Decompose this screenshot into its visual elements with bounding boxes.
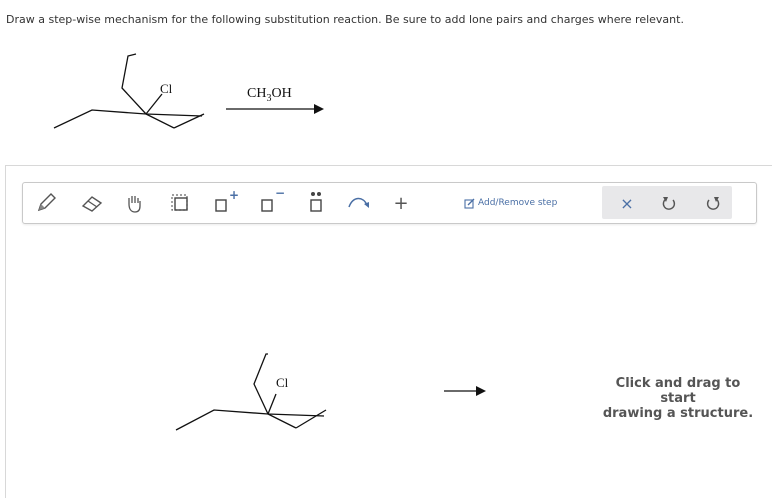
curved-arrow-icon bbox=[348, 197, 369, 208]
pencil-icon bbox=[37, 193, 56, 212]
eraser-tool[interactable] bbox=[77, 183, 107, 223]
minus-charge-mark: − bbox=[275, 186, 286, 200]
select-tool[interactable] bbox=[165, 183, 195, 223]
undo-button[interactable] bbox=[654, 183, 684, 223]
negative-charge-tool[interactable]: − bbox=[255, 183, 287, 223]
redo-icon bbox=[706, 197, 720, 210]
lone-pair-icon bbox=[310, 192, 322, 212]
plus-charge-mark: + bbox=[229, 188, 240, 202]
drawing-hint: Click and drag to start drawing a struct… bbox=[598, 376, 758, 421]
workspace-molecule[interactable] bbox=[172, 348, 342, 438]
add-remove-step-button[interactable]: Add/Remove step bbox=[464, 183, 557, 223]
redo-button[interactable] bbox=[698, 183, 728, 223]
workspace-arrow bbox=[444, 386, 486, 396]
plus-icon: + bbox=[393, 192, 409, 214]
hint-line-1: Click and drag to start bbox=[615, 376, 741, 406]
dashed-square-icon bbox=[171, 194, 188, 211]
add-remove-step-label: Add/Remove step bbox=[478, 198, 558, 208]
action-button-group: × bbox=[602, 186, 732, 219]
drawing-toolbar: + − + Add/Remove step × bbox=[22, 182, 757, 224]
workspace-cl-label: Cl bbox=[276, 375, 289, 390]
lone-pair-tool[interactable] bbox=[301, 183, 331, 223]
question-prompt: Draw a step-wise mechanism for the follo… bbox=[6, 13, 684, 26]
hand-icon bbox=[128, 196, 141, 213]
curved-arrow-tool[interactable] bbox=[343, 183, 375, 223]
positive-charge-tool[interactable]: + bbox=[209, 183, 241, 223]
hand-tool[interactable] bbox=[119, 183, 149, 223]
reagent-main: CH bbox=[247, 86, 267, 101]
add-tool[interactable]: + bbox=[387, 183, 415, 223]
question-molecule bbox=[53, 53, 205, 129]
close-icon: × bbox=[620, 193, 634, 213]
undo-icon bbox=[662, 197, 676, 210]
hint-line-2: drawing a structure. bbox=[602, 406, 754, 421]
edit-icon bbox=[464, 198, 475, 209]
question-cl-label: Cl bbox=[160, 81, 173, 96]
clear-button[interactable]: × bbox=[612, 183, 642, 223]
reaction-arrow bbox=[226, 104, 324, 114]
eraser-icon bbox=[81, 196, 103, 212]
pencil-tool[interactable] bbox=[31, 183, 61, 223]
reagent-tail: OH bbox=[271, 86, 292, 101]
